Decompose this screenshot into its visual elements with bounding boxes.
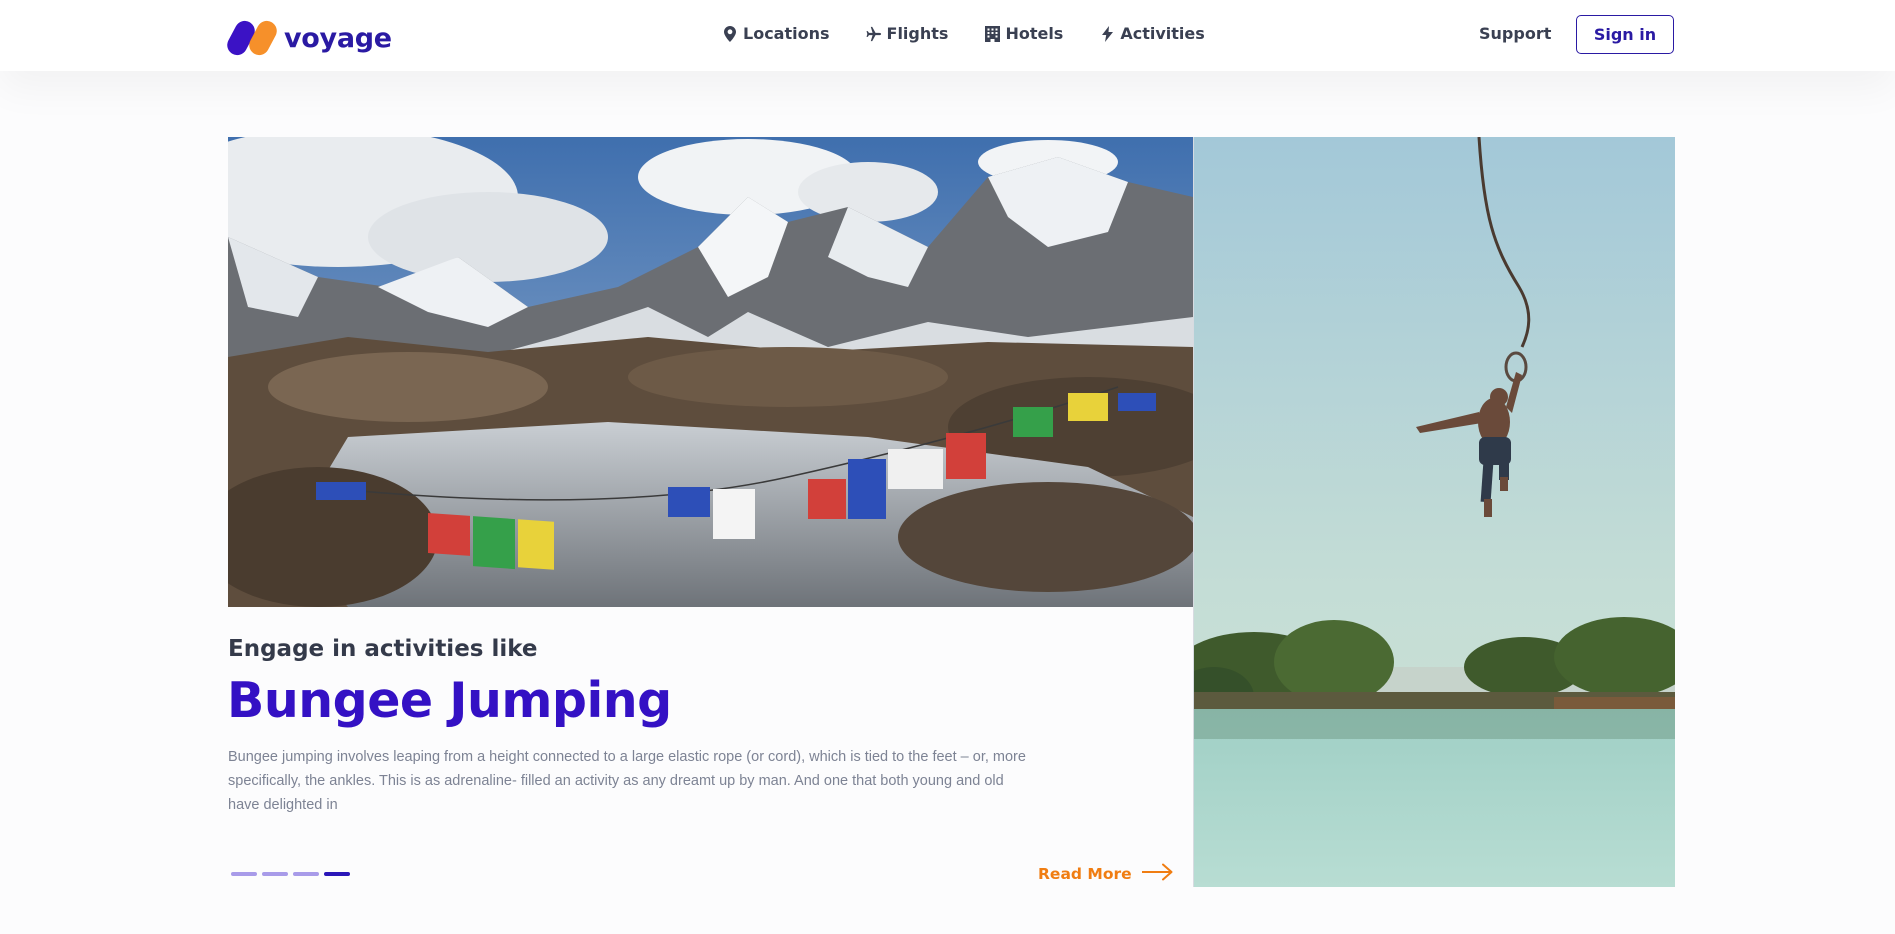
- nav-item-locations[interactable]: Locations: [722, 24, 830, 43]
- nav-label-hotels: Hotels: [1005, 24, 1064, 43]
- carousel-dot-4[interactable]: [324, 872, 350, 876]
- building-icon: [984, 25, 1000, 43]
- carousel-dot-3[interactable]: [293, 872, 319, 876]
- bungee-jumper-image: [1193, 137, 1675, 887]
- mountain-prayer-flags-image: [228, 137, 1193, 607]
- carousel-dot-2[interactable]: [262, 872, 288, 876]
- read-more-label: Read More: [1038, 865, 1132, 883]
- logo-mark-icon: [223, 17, 281, 59]
- carousel-indicators: [231, 872, 355, 876]
- logo-text: voyage: [284, 22, 392, 54]
- nav-label-flights: Flights: [886, 24, 949, 43]
- lightning-icon: [1099, 25, 1115, 43]
- map-pin-icon: [722, 25, 738, 43]
- support-link[interactable]: Support: [1479, 24, 1551, 43]
- nav-item-hotels[interactable]: Hotels: [984, 24, 1063, 43]
- arrow-right-icon: [1132, 863, 1174, 885]
- logo[interactable]: voyage: [223, 17, 392, 59]
- nav-item-flights[interactable]: Flights: [866, 24, 949, 43]
- hero-title: Bungee Jumping: [227, 672, 672, 729]
- top-navbar: voyage Locations Flights Hotels Activiti…: [0, 0, 1895, 71]
- nav-label-activities: Activities: [1120, 24, 1205, 43]
- nav-item-activities[interactable]: Activities: [1099, 24, 1205, 43]
- hero-kicker: Engage in activities like: [228, 636, 538, 662]
- plane-icon: [866, 25, 882, 43]
- hero-description: Bungee jumping involves leaping from a h…: [228, 749, 1026, 813]
- main-nav: Locations Flights Hotels Activities: [722, 24, 1241, 43]
- nav-label-locations: Locations: [743, 24, 830, 43]
- carousel-dot-1[interactable]: [231, 872, 257, 876]
- read-more-link[interactable]: Read More: [1038, 863, 1174, 885]
- sign-in-button[interactable]: Sign in: [1576, 15, 1674, 54]
